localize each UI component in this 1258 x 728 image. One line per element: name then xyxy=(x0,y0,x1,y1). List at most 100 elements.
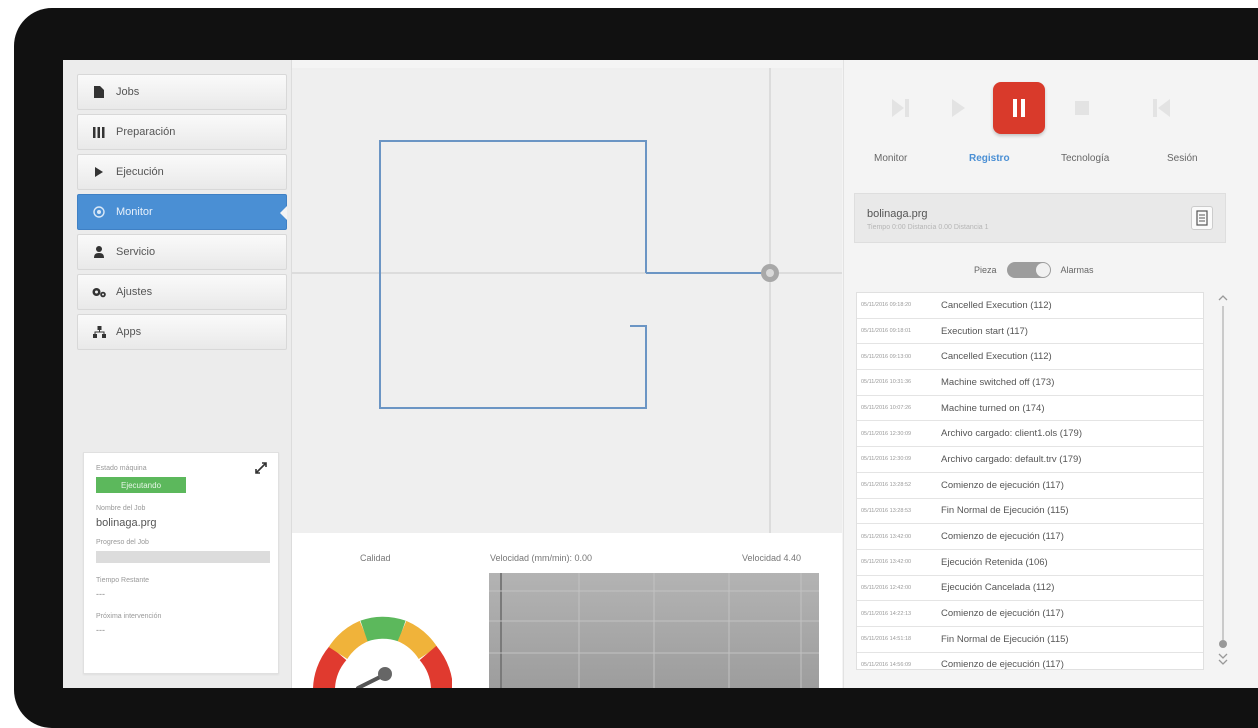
tab-sesion[interactable]: Sesión xyxy=(1167,153,1198,164)
log-row[interactable]: 05/11/2016 13:28:52 Comienzo de ejecución… xyxy=(857,473,1203,499)
log-text: Comienzo de ejecución (117) xyxy=(941,608,1064,620)
pause-button[interactable] xyxy=(993,82,1045,134)
log-date: 05/11/2016 14:56:09 xyxy=(861,661,912,668)
sidebar-item-label: Monitor xyxy=(116,206,153,218)
job-name-label: Nombre del Job xyxy=(96,505,146,512)
document-button[interactable] xyxy=(1191,206,1213,230)
sidebar-item-label: Ajustes xyxy=(116,286,153,298)
sidebar-item-apps[interactable]: Apps xyxy=(77,314,287,350)
toolpath-drawing xyxy=(292,68,842,533)
tab-monitor[interactable]: Monitor xyxy=(874,153,907,164)
log-date: 05/11/2016 14:51:18 xyxy=(861,636,912,643)
log-date: 05/11/2016 13:42:00 xyxy=(861,533,912,540)
file-subtitle: Tiempo 0:00 Distancia 0.00 Distancia 1 xyxy=(867,224,989,231)
speed-chart xyxy=(489,573,819,688)
sidebar-item-label: Jobs xyxy=(116,86,140,98)
quality-label: Calidad xyxy=(360,553,391,563)
tab-registro[interactable]: Registro xyxy=(969,153,1010,164)
toggle-left-label: Pieza xyxy=(974,265,997,275)
person-icon xyxy=(92,245,106,259)
log-date: 05/11/2016 13:42:00 xyxy=(861,559,912,566)
log-date: 05/11/2016 09:13:00 xyxy=(861,353,912,360)
sitemap-icon xyxy=(92,325,106,339)
log-row[interactable]: 05/11/2016 14:22:13 Comienzo de ejecución… xyxy=(857,601,1203,627)
log-text: Comienzo de ejecución (117) xyxy=(941,479,1064,491)
toggle-knob xyxy=(1035,263,1050,277)
state-label: Estado máquina xyxy=(96,465,147,472)
speed-chart-grid xyxy=(489,573,819,688)
log-row[interactable]: 05/11/2016 09:18:01 Execution start (117) xyxy=(857,319,1203,345)
progress-label: Progreso del Job xyxy=(96,539,149,546)
log-row[interactable]: 05/11/2016 12:30:09 Archivo cargado: defa… xyxy=(857,447,1203,473)
log-text: Execution start (117) xyxy=(941,325,1028,337)
gauge-panel: Calidad Velocidad (mm/min): 0.00 Velocid… xyxy=(292,533,842,688)
sidebar-item-preparacion[interactable]: Preparación xyxy=(77,114,287,150)
log-row[interactable]: 05/11/2016 13:42:00 Ejecución Retenida (1… xyxy=(857,550,1203,576)
log-row[interactable]: 05/11/2016 10:31:36 Machine switched off … xyxy=(857,370,1203,396)
piece-alarms-toggle[interactable] xyxy=(1006,262,1051,278)
log-text: Fin Normal de Ejecución (115) xyxy=(941,505,1069,517)
sidebar-item-ejecucion[interactable]: Ejecución xyxy=(77,154,287,190)
piece-alarms-toggle-row: Pieza Alarmas xyxy=(974,262,1094,278)
skip-forward-icon xyxy=(892,99,909,117)
play-button[interactable] xyxy=(932,82,984,134)
sidebar-item-label: Preparación xyxy=(116,126,176,138)
log-date: 05/11/2016 09:18:01 xyxy=(861,328,912,335)
log-row[interactable]: 05/11/2016 10:07:26 Machine turned on (17… xyxy=(857,396,1203,422)
sidebar-item-servicio[interactable]: Servicio xyxy=(77,234,287,270)
toolpath-canvas[interactable] xyxy=(292,68,842,533)
file-card: bolinaga.prg Tiempo 0:00 Distancia 0.00 … xyxy=(854,193,1226,243)
log-date: 05/11/2016 10:31:36 xyxy=(861,379,912,386)
log-date: 05/11/2016 14:22:13 xyxy=(861,610,912,617)
log-row[interactable]: 05/11/2016 13:28:53 Fin Normal de Ejecuci… xyxy=(857,499,1203,525)
gauge-red-left xyxy=(313,645,347,688)
log-row[interactable]: 05/11/2016 09:18:20 Cancelled Execution (… xyxy=(857,293,1203,319)
time-remaining-label: Tiempo Restante xyxy=(96,577,150,584)
job-progress-bar xyxy=(96,551,270,563)
log-text: Comienzo de ejecución (117) xyxy=(941,531,1064,543)
state-badge: Ejecutando xyxy=(96,477,186,493)
file-name: bolinaga.prg xyxy=(867,208,928,220)
log-text: Machine switched off (173) xyxy=(941,376,1055,388)
log-text: Cancelled Execution (112) xyxy=(941,351,1052,363)
log-row[interactable]: 05/11/2016 12:42:00 Ejecución Cancelada (… xyxy=(857,576,1203,602)
play-icon xyxy=(952,99,965,117)
log-scrollbar[interactable] xyxy=(1216,292,1230,672)
gauge-yellow-right xyxy=(397,620,438,660)
rewind-button[interactable] xyxy=(1136,82,1188,134)
log-row[interactable]: 05/11/2016 09:13:00 Cancelled Execution (… xyxy=(857,344,1203,371)
toolpath-line xyxy=(379,140,647,409)
expand-icon[interactable] xyxy=(254,461,268,475)
document-icon xyxy=(1196,210,1208,226)
skip-forward-button[interactable] xyxy=(874,82,926,134)
log-text: Archivo cargado: default.trv (179) xyxy=(941,453,1082,465)
file-icon xyxy=(92,85,106,99)
gears-icon xyxy=(92,285,106,299)
next-intervention-value: --- xyxy=(96,625,105,635)
tab-tecnologia[interactable]: Tecnología xyxy=(1061,153,1109,164)
sidebar-item-monitor[interactable]: Monitor xyxy=(77,194,287,230)
speed-value-label: Velocidad 4.40 xyxy=(742,553,802,563)
toggle-right-label: Alarmas xyxy=(1060,265,1094,275)
stop-button[interactable] xyxy=(1056,82,1108,134)
log-date: 05/11/2016 13:28:53 xyxy=(861,507,912,514)
log-row[interactable]: 05/11/2016 12:30:09 Archivo cargado: clie… xyxy=(857,421,1203,448)
log-row[interactable]: 05/11/2016 13:42:00 Comienzo de ejecución… xyxy=(857,524,1203,550)
sidebar-item-label: Servicio xyxy=(116,246,156,258)
tool-position-icon xyxy=(761,264,779,282)
play-icon xyxy=(92,165,106,179)
sidebar-item-label: Apps xyxy=(116,326,142,338)
gauge-hub xyxy=(378,667,392,681)
sidebar-item-ajustes[interactable]: Ajustes xyxy=(77,274,287,310)
sidebar-item-jobs[interactable]: Jobs xyxy=(77,74,287,110)
log-date: 05/11/2016 12:30:09 xyxy=(861,430,912,437)
log-row[interactable]: 05/11/2016 14:51:18 Fin Normal de Ejecuci… xyxy=(857,627,1203,653)
monitor-icon xyxy=(92,205,106,219)
gauge-needle xyxy=(356,674,384,688)
event-log-list[interactable]: 05/11/2016 09:18:20 Cancelled Execution (… xyxy=(856,292,1204,670)
log-row[interactable]: 05/11/2016 14:56:09 Comienzo de ejecución… xyxy=(857,653,1203,670)
log-text: Ejecución Cancelada (112) xyxy=(941,582,1055,594)
log-date: 05/11/2016 09:18:20 xyxy=(861,302,912,309)
log-text: Comienzo de ejecución (117) xyxy=(941,659,1064,670)
log-text: Cancelled Execution (112) xyxy=(941,299,1052,311)
